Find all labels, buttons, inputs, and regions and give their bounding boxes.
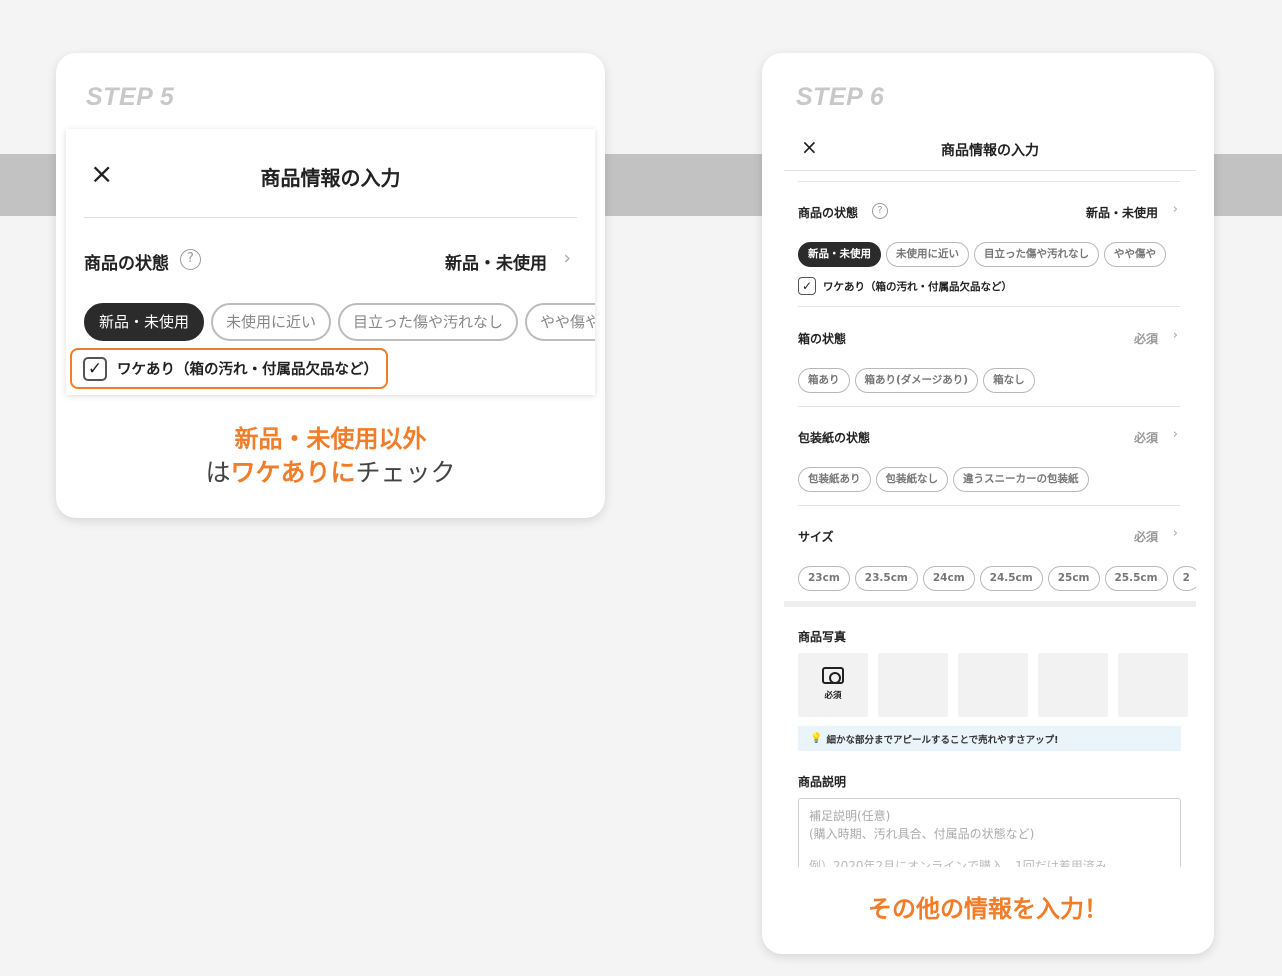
size-chips: 23cm 23.5cm 24cm 24.5cm 25cm 25.5cm 2	[798, 566, 1196, 591]
chip-size[interactable]: 23.5cm	[854, 566, 918, 591]
step6-card: STEP 6 × 商品情報の入力 商品の状態 ? 新品・未使用 › 新品・未使用…	[762, 53, 1214, 954]
chip-size[interactable]: 25.5cm	[1104, 566, 1168, 591]
chip-size[interactable]: 23cm	[798, 566, 850, 591]
step5-card: STEP 5 × 商品情報の入力 商品の状態 ? 新品・未使用 › 新品・未使用…	[56, 53, 605, 518]
description-textarea[interactable]: 補足説明(任意) (購入時期、汚れ具合、付属品の状態など) 例）2020年2月に…	[798, 798, 1181, 867]
required-badge: 必須	[1133, 332, 1158, 346]
chevron-right-icon[interactable]: ›	[1173, 202, 1178, 217]
wake-ari-highlight: ✓ ワケあり（箱の汚れ・付属品欠品など）	[70, 348, 388, 389]
chip-new-unused[interactable]: 新品・未使用	[84, 303, 205, 341]
photo-slots: 必須	[798, 653, 1188, 717]
step6-label: STEP 6	[796, 83, 885, 111]
chip-other-wrap[interactable]: 違うスニーカーの包装紙	[953, 467, 1089, 492]
description-placeholder: 補足説明(任意)	[809, 809, 891, 823]
condition-value[interactable]: 新品・未使用	[445, 249, 547, 274]
form-header: × 商品情報の入力	[784, 123, 1196, 171]
size-label: サイズ	[798, 530, 834, 544]
box-chips: 箱あり 箱あり(ダメージあり) 箱なし	[798, 368, 1035, 393]
chip-size[interactable]: 24.5cm	[979, 566, 1043, 591]
step6-form: × 商品情報の入力 商品の状態 ? 新品・未使用 › 新品・未使用 未使用に近い…	[784, 123, 1196, 867]
wrap-state-label: 包装紙の状態	[798, 431, 871, 445]
condition-chips: 新品・未使用 未使用に近い 目立った傷や汚れなし やや傷や	[84, 303, 595, 341]
caption-line-2: はワケありにチェック	[56, 453, 605, 489]
wake-ari-checkbox[interactable]: ✓	[798, 277, 816, 295]
caption-line-1: 新品・未使用以外	[234, 425, 427, 453]
check-icon: ✓	[801, 279, 813, 293]
chip-box-damaged[interactable]: 箱あり(ダメージあり)	[854, 368, 979, 393]
required-badge: 必須	[824, 691, 842, 701]
caption-text: は	[205, 458, 231, 487]
lightbulb-icon: 💡	[810, 733, 823, 744]
chip-size[interactable]: 2	[1172, 566, 1196, 591]
chip-box[interactable]: 箱あり	[798, 368, 850, 393]
help-icon[interactable]: ?	[872, 203, 888, 219]
check-icon: ✓	[87, 358, 103, 379]
divider	[798, 406, 1180, 407]
divider	[798, 505, 1180, 506]
photo-slot[interactable]	[1038, 653, 1108, 717]
section-gap	[784, 601, 1196, 607]
wrap-chips: 包装紙あり 包装紙なし 違うスニーカーの包装紙	[798, 467, 1089, 492]
chip-some-damage[interactable]: やや傷や	[1104, 242, 1166, 267]
required-badge: 必須	[1133, 530, 1158, 544]
description-placeholder: (購入時期、汚れ具合、付属品の状態など)	[809, 827, 1035, 841]
chevron-right-icon[interactable]: ›	[563, 247, 571, 269]
photo-slot[interactable]	[958, 653, 1028, 717]
condition-label: 商品の状態	[84, 254, 169, 274]
divider	[798, 181, 1180, 182]
chip-no-wrap[interactable]: 包装紙なし	[875, 467, 948, 492]
description-placeholder: 例）2020年2月にオンラインで購入。1回だけ着用済み	[809, 859, 1107, 867]
condition-chips: 新品・未使用 未使用に近い 目立った傷や汚れなし やや傷や	[798, 242, 1166, 267]
chevron-right-icon[interactable]: ›	[1173, 526, 1178, 541]
wake-ari-label: ワケあり（箱の汚れ・付属品欠品など）	[823, 280, 1012, 293]
chip-no-visible-damage[interactable]: 目立った傷や汚れなし	[338, 303, 519, 341]
condition-value[interactable]: 新品・未使用	[1086, 204, 1158, 221]
chip-some-damage[interactable]: やや傷や	[525, 303, 595, 341]
page-title: 商品情報の入力	[260, 166, 401, 190]
photo-upload-button[interactable]: 必須	[798, 653, 868, 717]
chevron-right-icon[interactable]: ›	[1173, 328, 1178, 343]
wake-ari-checkbox[interactable]: ✓	[83, 356, 107, 381]
divider	[798, 306, 1180, 307]
step5-label: STEP 5	[86, 83, 175, 111]
tip-banner: 💡 細かな部分までアピールすることで売れやすさアップ!	[798, 726, 1181, 751]
tip-text: 細かな部分までアピールすることで売れやすさアップ!	[826, 734, 1059, 746]
photo-slot[interactable]	[1118, 653, 1188, 717]
chip-new-unused[interactable]: 新品・未使用	[798, 242, 881, 267]
divider	[84, 217, 577, 218]
chip-wrap[interactable]: 包装紙あり	[798, 467, 871, 492]
condition-label: 商品の状態	[798, 206, 859, 220]
step6-caption: その他の情報を入力！	[868, 895, 1108, 923]
camera-icon	[822, 667, 844, 684]
chip-size[interactable]: 25cm	[1047, 566, 1100, 591]
wake-ari-label: ワケあり（箱の汚れ・付属品欠品など）	[117, 362, 378, 378]
description-label: 商品説明	[798, 775, 847, 789]
chip-no-box[interactable]: 箱なし	[983, 368, 1035, 393]
caption-text: チェック	[355, 458, 456, 487]
chip-no-visible-damage[interactable]: 目立った傷や汚れなし	[974, 242, 1099, 267]
chip-like-new[interactable]: 未使用に近い	[211, 303, 332, 341]
chip-size[interactable]: 24cm	[922, 566, 975, 591]
chip-like-new[interactable]: 未使用に近い	[886, 242, 969, 267]
required-badge: 必須	[1133, 431, 1158, 445]
wake-ari-row: ✓ ワケあり（箱の汚れ・付属品欠品など）	[798, 277, 1012, 295]
page-title: 商品情報の入力	[941, 143, 1039, 159]
step5-zoomed-form: × 商品情報の入力 商品の状態 ? 新品・未使用 › 新品・未使用 未使用に近い…	[66, 129, 595, 395]
help-icon[interactable]: ?	[180, 249, 201, 270]
photo-slot[interactable]	[878, 653, 948, 717]
caption-highlight: ワケありに	[230, 458, 356, 487]
photo-label: 商品写真	[798, 630, 847, 644]
chevron-right-icon[interactable]: ›	[1173, 427, 1178, 442]
box-state-label: 箱の状態	[798, 332, 847, 346]
